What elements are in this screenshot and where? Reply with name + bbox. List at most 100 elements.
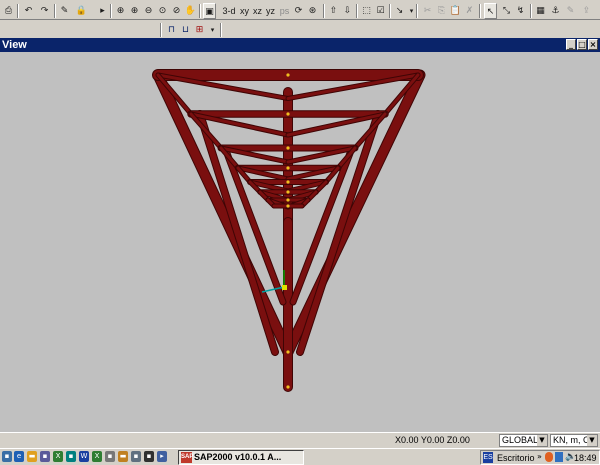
clock[interactable]: 18:49: [574, 452, 597, 464]
edit-icon[interactable]: ✎: [564, 3, 577, 19]
view-xy-button[interactable]: xy: [238, 3, 251, 19]
pencil-icon[interactable]: ✎: [58, 3, 71, 19]
joint-base[interactable]: [286, 385, 290, 389]
toolbar-separator: [479, 4, 481, 18]
desktop-toolbar-label[interactable]: Escritorio: [497, 452, 535, 464]
undo-icon[interactable]: ↶: [22, 3, 35, 19]
app-icon[interactable]: ▪: [144, 451, 154, 462]
units-value: KN, m, C: [553, 435, 590, 445]
export-icon[interactable]: ⇪: [580, 3, 593, 19]
grid-icon[interactable]: ▦: [534, 3, 547, 19]
folder-icon[interactable]: ▬: [118, 451, 128, 462]
checkmark-icon[interactable]: ☑: [374, 3, 387, 19]
dropdown-arrow-icon[interactable]: ▾: [206, 22, 219, 38]
draw-line-icon[interactable]: ⤡: [500, 3, 513, 19]
joint[interactable]: [286, 73, 290, 77]
toolbar-chevron-icon[interactable]: »: [537, 451, 542, 463]
maximize-button[interactable]: □: [577, 39, 587, 50]
toolbar-separator: [416, 4, 418, 18]
view-yz-button[interactable]: yz: [264, 3, 277, 19]
snap-icon[interactable]: ↯: [514, 3, 527, 19]
language-indicator[interactable]: ES: [483, 452, 493, 463]
frame-release-icon[interactable]: ⊔: [179, 22, 192, 38]
toolbar-separator: [356, 4, 358, 18]
minimize-button[interactable]: _: [566, 39, 576, 50]
coordinate-system-value: GLOBAL: [502, 435, 539, 445]
joint[interactable]: [286, 180, 290, 184]
joint[interactable]: [286, 198, 290, 202]
close-button[interactable]: ×: [588, 39, 598, 50]
joint[interactable]: [286, 146, 290, 150]
toolbar-separator: [199, 4, 201, 18]
joint[interactable]: [286, 190, 290, 194]
joint[interactable]: [286, 166, 290, 170]
joint[interactable]: [286, 350, 290, 354]
lock-icon[interactable]: 🔒: [75, 3, 88, 19]
refresh-view-icon[interactable]: ▣: [203, 3, 216, 19]
zoom-previous-icon[interactable]: ⊘: [170, 3, 183, 19]
view-ps-button[interactable]: ps: [278, 3, 291, 19]
paste-icon[interactable]: 📋: [449, 3, 462, 19]
frame-load-icon[interactable]: ⊞: [193, 22, 206, 38]
units-select[interactable]: KN, m, C ▼: [550, 434, 598, 447]
select-display-icon[interactable]: ⬚: [360, 3, 373, 19]
pointer-select-icon[interactable]: ↖: [484, 3, 497, 19]
joint[interactable]: [286, 112, 290, 116]
toolbar-separator: [54, 4, 56, 18]
restraint-icon[interactable]: ⚓: [549, 3, 562, 19]
redo-icon[interactable]: ↷: [38, 3, 51, 19]
folder-icon[interactable]: ▬: [27, 451, 37, 462]
word-icon[interactable]: W: [79, 451, 89, 462]
app-icon[interactable]: ▪: [66, 451, 76, 462]
pan-icon[interactable]: ✋: [184, 3, 197, 19]
main-toolbar: ⎙ ↶ ↷ ✎ 🔒 ▸ ⊕ ⊕ ⊖ ⊙ ⊘ ✋ ▣ 3-d xy xz yz p…: [0, 2, 600, 20]
tray-network-icon[interactable]: [555, 452, 563, 462]
status-bar: X0.00 Y0.00 Z0.00 GLOBAL ▼ KN, m, C ▼: [0, 432, 600, 447]
taskbar-app-sap2000[interactable]: SAP SAP2000 v10.0.1 A...: [178, 450, 304, 465]
system-tray: ES Escritorio » 🔈 18:49: [480, 450, 600, 465]
toolbar-separator: [160, 23, 162, 37]
zoom-window-icon[interactable]: ⊕: [114, 3, 127, 19]
sap2000-app-icon: SAP: [181, 452, 193, 463]
app-icon[interactable]: ▪: [105, 451, 115, 462]
view-3d-button[interactable]: 3-d: [221, 3, 237, 19]
toolbar-separator: [17, 4, 19, 18]
app-icon[interactable]: ▪: [40, 451, 50, 462]
excel-icon[interactable]: X: [92, 451, 102, 462]
truss-tower-model: [152, 69, 426, 392]
run-icon[interactable]: ▸: [96, 3, 109, 19]
zoom-in-icon[interactable]: ⊕: [128, 3, 141, 19]
chevron-down-icon: ▼: [537, 435, 547, 446]
toolbar-separator: [530, 4, 532, 18]
rotate-view-icon[interactable]: ⟳: [292, 3, 305, 19]
toolbar-separator: [389, 4, 391, 18]
coordinate-system-select[interactable]: GLOBAL ▼: [499, 434, 548, 447]
delete-icon[interactable]: ✗: [463, 3, 476, 19]
cursor-coordinates: X0.00 Y0.00 Z0.00: [395, 435, 470, 445]
show-desktop-icon[interactable]: ▪: [2, 451, 12, 462]
tray-app-icon[interactable]: [545, 452, 553, 462]
spreadsheet-icon[interactable]: X: [53, 451, 63, 462]
chevron-down-icon: ▼: [587, 435, 597, 446]
media-icon[interactable]: ▸: [157, 451, 167, 462]
frame-section-icon[interactable]: ⊓: [165, 22, 178, 38]
up-arrow-icon[interactable]: ⇧: [327, 3, 340, 19]
zoom-fit-icon[interactable]: ⊙: [156, 3, 169, 19]
cut-icon[interactable]: ✂: [421, 3, 434, 19]
down-arrow-icon[interactable]: ⇩: [341, 3, 354, 19]
model-viewport[interactable]: [0, 52, 600, 432]
app-icon[interactable]: ▪: [131, 451, 141, 462]
print-icon[interactable]: ⎙: [2, 3, 15, 19]
perspective-toggle-icon[interactable]: ⊛: [306, 3, 319, 19]
joint[interactable]: [286, 204, 290, 208]
zoom-out-icon[interactable]: ⊖: [142, 3, 155, 19]
view-xz-button[interactable]: xz: [251, 3, 264, 19]
toolbar-separator: [110, 4, 112, 18]
browser-icon[interactable]: e: [14, 451, 24, 462]
window-title-bar: View _ □ ×: [0, 38, 600, 52]
copy-icon[interactable]: ⎘: [435, 3, 448, 19]
toolbar-separator: [220, 23, 222, 37]
secondary-toolbar: ⊓ ⊔ ⊞ ▾: [0, 21, 600, 38]
windows-taskbar: ▪ e ▬ ▪ X ▪ W X ▪ ▬ ▪ ▪ ▸ SAP SAP2000 v1…: [0, 448, 600, 465]
window-title: View: [2, 39, 27, 51]
